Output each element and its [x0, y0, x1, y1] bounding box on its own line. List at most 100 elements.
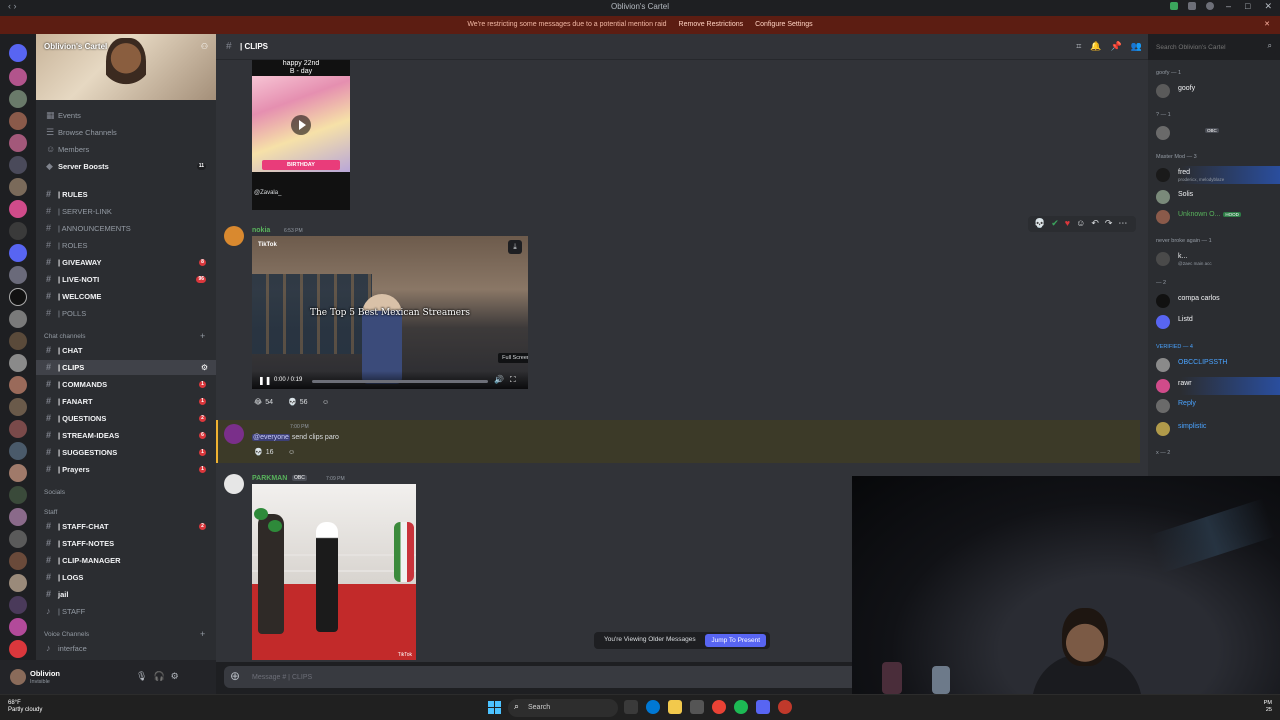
discord-icon[interactable]	[756, 700, 770, 714]
channel-jail[interactable]: # jail	[36, 587, 216, 602]
message-author[interactable]: nokia	[252, 227, 270, 234]
pause-icon[interactable]: ❚❚	[258, 376, 271, 385]
channel-rules[interactable]: # | RULES	[36, 187, 216, 202]
gear-icon[interactable]: ⚙	[171, 671, 179, 682]
server-icon[interactable]	[9, 222, 27, 240]
channel-clip-manager[interactable]: # | CLIP-MANAGER	[36, 553, 216, 568]
channel-commands[interactable]: # | COMMANDS 1	[36, 377, 216, 392]
inbox-icon[interactable]	[1170, 2, 1178, 10]
maximize-icon[interactable]: □	[1245, 1, 1250, 12]
more-icon[interactable]: ⋯	[1118, 218, 1127, 230]
threads-icon[interactable]: ⌗	[1076, 41, 1081, 52]
invite-icon[interactable]: ⚇	[201, 42, 208, 51]
server-icon[interactable]	[9, 332, 27, 350]
channel-roles[interactable]: # | ROLES	[36, 238, 216, 253]
new-server-icon[interactable]	[9, 640, 27, 658]
taskbar-search[interactable]: ⌕ Search	[508, 699, 618, 717]
reaction[interactable]: 😂 54	[254, 396, 273, 408]
message-input[interactable]	[252, 671, 852, 683]
member-item[interactable]: goofy	[1156, 82, 1280, 100]
task-view-icon[interactable]	[624, 700, 638, 714]
channel-polls[interactable]: # | POLLS	[36, 306, 216, 321]
add-reaction-icon[interactable]: ☺	[288, 446, 295, 458]
server-icon[interactable]	[9, 310, 27, 328]
notifications-icon[interactable]: 🔔	[1090, 41, 1101, 52]
server-icon[interactable]	[9, 398, 27, 416]
reply-icon[interactable]: ↶	[1091, 218, 1099, 230]
channel-stream-ideas[interactable]: # | STREAM-IDEAS 6	[36, 428, 216, 443]
microphone-icon[interactable]: 🎙	[136, 671, 147, 682]
avatar[interactable]	[224, 226, 244, 246]
reaction[interactable]: 💀 16	[254, 446, 274, 458]
heart-emoji-icon[interactable]: ♥	[1065, 218, 1070, 230]
file-explorer-icon[interactable]	[668, 700, 682, 714]
channel-logs[interactable]: # | LOGS	[36, 570, 216, 585]
spotify-icon[interactable]	[734, 700, 748, 714]
edge-icon[interactable]	[646, 700, 660, 714]
channel-staff-notes[interactable]: # | STAFF-NOTES	[36, 536, 216, 551]
server-icon[interactable]	[9, 68, 27, 86]
minimize-icon[interactable]: –	[1226, 1, 1231, 12]
message-author[interactable]: PARKMAN	[252, 475, 287, 482]
server-icon[interactable]	[9, 596, 27, 614]
channel-staff[interactable]: ♪ | STAFF	[36, 604, 216, 619]
member-item[interactable]: simplistic	[1156, 420, 1280, 438]
member-item[interactable]: OBC	[1156, 124, 1280, 142]
close-notice-icon[interactable]: ✕	[1264, 16, 1270, 34]
server-icon[interactable]	[9, 200, 27, 218]
volume-icon[interactable]: 🔊	[494, 375, 504, 384]
member-item[interactable]: Unknown O... HOOD	[1156, 208, 1280, 226]
channel-welcome[interactable]: # | WELCOME	[36, 289, 216, 304]
server-name[interactable]: Oblivion's Cartel	[44, 42, 107, 51]
server-icon[interactable]	[9, 508, 27, 526]
server-icon[interactable]	[9, 530, 27, 548]
clock[interactable]: PM 25	[1264, 700, 1272, 714]
server-icon[interactable]	[9, 244, 27, 262]
avatar[interactable]	[224, 474, 244, 494]
headphones-icon[interactable]: 🎧	[153, 671, 164, 682]
category-voice-channels[interactable]: Voice Channels +	[44, 629, 205, 639]
member-item[interactable]: Listd	[1156, 313, 1280, 331]
avatar[interactable]	[224, 424, 244, 444]
skull-emoji-icon[interactable]: 💀	[1034, 218, 1045, 230]
everyone-mention[interactable]: @everyone	[252, 434, 290, 441]
attach-icon[interactable]: ⊕	[230, 669, 240, 683]
server-icon[interactable]	[9, 574, 27, 592]
search-input[interactable]	[1156, 42, 1260, 52]
sidebar-item-server-boosts[interactable]: ◆ Server Boosts 11	[36, 159, 216, 174]
add-voice-channel-icon[interactable]: +	[200, 629, 205, 639]
jump-to-present-button[interactable]: Jump To Present	[705, 634, 766, 647]
weather-widget[interactable]: 68°F Partly cloudy	[8, 700, 42, 714]
server-icon[interactable]	[9, 44, 27, 62]
video-progress[interactable]	[312, 380, 488, 383]
server-icon[interactable]	[9, 442, 27, 460]
server-icon[interactable]	[9, 552, 27, 570]
member-list-icon[interactable]: 👥	[1131, 41, 1142, 52]
pin-icon[interactable]: 📌	[1111, 41, 1122, 52]
member-item[interactable]: Reply	[1156, 397, 1280, 415]
channel-questions[interactable]: # | QUESTIONS 2	[36, 411, 216, 426]
forward-icon[interactable]: ↷	[1105, 218, 1113, 230]
server-icon[interactable]	[9, 420, 27, 438]
close-window-icon[interactable]: ✕	[1264, 1, 1272, 12]
server-icon[interactable]	[9, 134, 27, 152]
channel-live-noti[interactable]: # | LIVE-NOTI 96	[36, 272, 216, 287]
channel-announcements[interactable]: # | ANNOUNCEMENTS	[36, 221, 216, 236]
voice-channel-interface[interactable]: ♪ interface	[36, 641, 216, 656]
channel-prayers[interactable]: # | Prayers 1	[36, 462, 216, 477]
member-item[interactable]: rawr	[1156, 377, 1280, 395]
download-icon[interactable]: ⤓	[508, 240, 522, 254]
channel-fanart[interactable]: # | FANART 1	[36, 394, 216, 409]
avatar[interactable]	[10, 669, 26, 685]
member-item[interactable]: Solis	[1156, 188, 1280, 206]
remove-restrictions-link[interactable]: Remove Restrictions	[679, 21, 744, 28]
monitor-icon[interactable]	[1188, 2, 1196, 10]
channel-staff-chat[interactable]: # | STAFF-CHAT 2	[36, 519, 216, 534]
windows-start-icon[interactable]	[488, 701, 502, 715]
server-icon[interactable]	[9, 376, 27, 394]
channel-suggestions[interactable]: # | SUGGESTIONS 1	[36, 445, 216, 460]
member-item[interactable]: OBCCLIPSSTH	[1156, 356, 1280, 374]
help-icon[interactable]	[1206, 2, 1214, 10]
server-icon[interactable]	[9, 112, 27, 130]
add-reaction-icon[interactable]: ☺	[322, 396, 329, 408]
